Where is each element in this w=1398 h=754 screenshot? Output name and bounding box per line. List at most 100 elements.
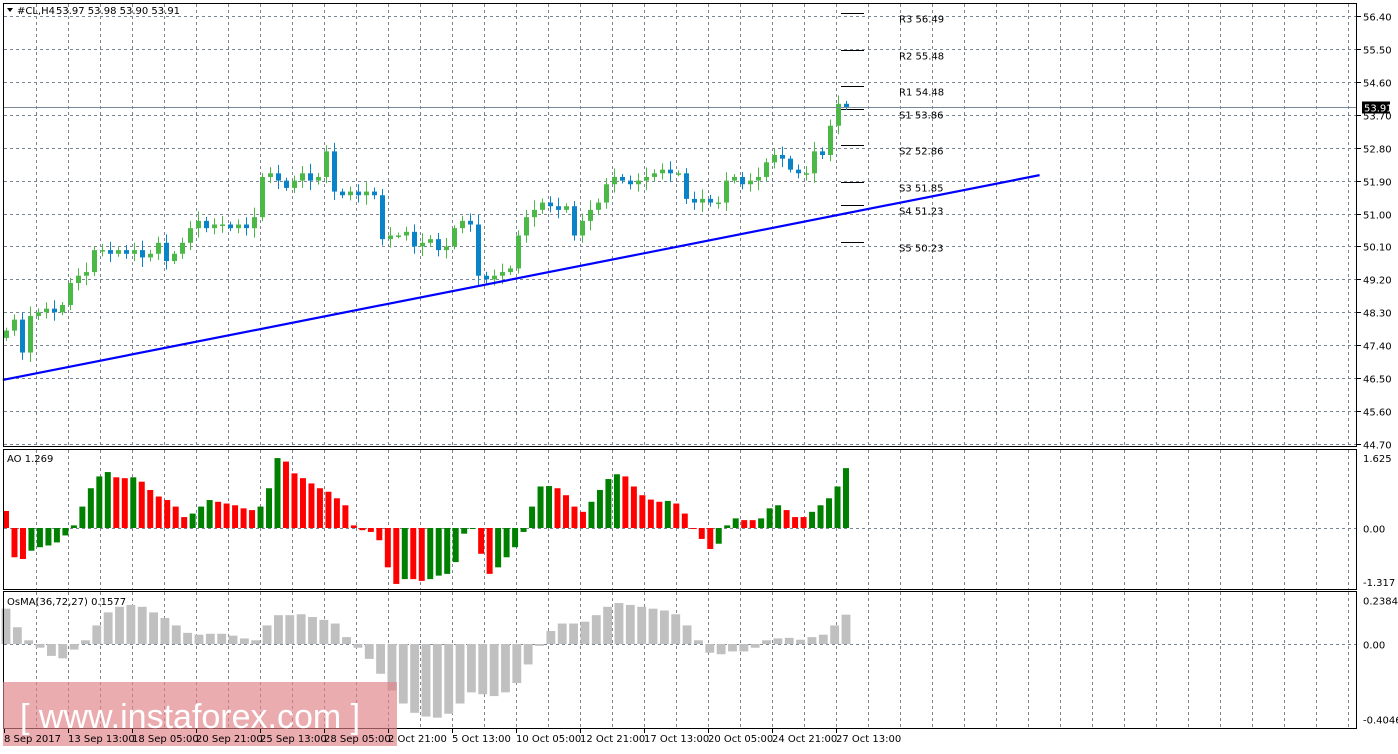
candle — [228, 221, 233, 232]
osma-tick-label: -0.4046 — [1363, 716, 1398, 727]
candle — [620, 174, 625, 184]
ao-bar — [130, 477, 137, 528]
candle — [180, 237, 185, 259]
candle — [460, 215, 465, 234]
osma-title: OsMA(36,72,27) 0.1577 — [7, 597, 126, 608]
ao-bar — [316, 488, 323, 528]
candle — [188, 220, 193, 251]
price-tick-label: 48.30 — [1363, 309, 1392, 320]
candle — [116, 247, 121, 257]
candle — [404, 226, 409, 241]
ao-bar — [775, 505, 782, 528]
candles — [4, 95, 849, 363]
osma-bar — [523, 644, 533, 665]
candle — [516, 230, 521, 274]
candle — [340, 188, 345, 199]
ao-bar — [62, 528, 69, 536]
candle — [788, 155, 793, 173]
ao-bar — [749, 520, 756, 528]
ao-bar — [529, 506, 536, 528]
ao-bar — [843, 468, 849, 528]
candle — [356, 184, 361, 203]
pivot-label: S3 51.85 — [899, 184, 944, 195]
price-tick-label: 45.60 — [1363, 408, 1392, 419]
ao-bar — [630, 486, 637, 528]
current-price-tag: 53.91 — [1362, 101, 1393, 115]
osma-bar — [762, 640, 771, 644]
candle — [780, 146, 785, 168]
osma-bar — [671, 614, 681, 644]
ao-bar — [698, 528, 705, 539]
osma-bar — [46, 644, 56, 656]
chart-header: #CL,H4 53.97 53.98 53.90 53.91 — [7, 6, 180, 17]
candle — [260, 172, 265, 222]
osma-bar — [501, 644, 510, 693]
ao-bar — [766, 508, 773, 528]
pivot-label: S4 51.23 — [899, 207, 944, 218]
candle — [308, 163, 313, 191]
candle — [716, 196, 721, 209]
ao-bar — [45, 528, 52, 546]
candle — [452, 225, 457, 250]
ao-bar — [639, 495, 646, 528]
candle — [660, 163, 665, 180]
ao-bar — [11, 528, 18, 558]
candle — [564, 203, 569, 213]
osma-bar — [796, 639, 806, 644]
ao-tick-label: 0.00 — [1363, 525, 1385, 536]
ao-bar — [596, 489, 603, 528]
osma-bar — [546, 630, 556, 644]
candle — [668, 161, 673, 182]
osma-bar — [603, 606, 613, 644]
ao-bar — [613, 474, 620, 528]
ao-bar — [563, 495, 569, 528]
candle — [316, 172, 321, 185]
osma-bar — [262, 625, 272, 644]
osma-bar — [194, 634, 204, 644]
time-tick-label: 18 Sep 05:00 — [132, 734, 199, 745]
osma-bar — [239, 638, 249, 644]
ao-tick-label: -1.317 — [1363, 578, 1395, 589]
osma-bar — [251, 640, 261, 644]
osma-bar — [421, 644, 431, 717]
candle — [364, 182, 369, 205]
osma-tick-label: 0.2384 — [1363, 597, 1398, 608]
trendline[interactable] — [2, 174, 1040, 382]
ao-bar — [274, 458, 281, 528]
ao-bar — [393, 528, 400, 584]
price-tick-label: 55.50 — [1363, 46, 1392, 57]
osma-bar — [614, 603, 624, 644]
price-tick-label: 54.60 — [1363, 79, 1392, 90]
candle — [532, 200, 537, 227]
ao-bar — [622, 476, 629, 528]
candle — [12, 314, 17, 336]
time-tick-label: 13 Sep 13:00 — [68, 734, 135, 745]
osma-bar — [728, 644, 737, 652]
osma-bar — [137, 606, 147, 644]
osma-bar — [81, 640, 90, 644]
ao-bar — [732, 518, 739, 528]
time-tick-label: 5 Oct 13:00 — [452, 734, 511, 745]
ao-bar — [350, 525, 357, 528]
candle — [124, 244, 129, 259]
trading-chart[interactable]: R3 56.49 R2 55.48 R1 54.48 S1 53.86 S2 52.86… — [0, 0, 1398, 750]
dropdown-triangle-icon[interactable] — [7, 8, 13, 12]
osma-bar — [705, 644, 715, 653]
candle — [212, 218, 217, 235]
candle — [380, 189, 385, 246]
time-tick-label: 17 Oct 13:00 — [644, 734, 709, 745]
ao-bar — [359, 528, 366, 531]
osma-bar — [342, 637, 351, 644]
candle — [476, 214, 481, 286]
osma-bar — [308, 617, 317, 644]
ao-bar — [206, 500, 213, 528]
candle — [204, 216, 209, 233]
candle — [556, 197, 561, 219]
ao-histogram — [3, 458, 849, 584]
candle — [348, 186, 353, 201]
candle — [148, 249, 153, 262]
candle — [28, 306, 33, 363]
ao-bar — [181, 517, 188, 528]
ao-bar — [266, 488, 273, 528]
candle — [540, 198, 545, 214]
